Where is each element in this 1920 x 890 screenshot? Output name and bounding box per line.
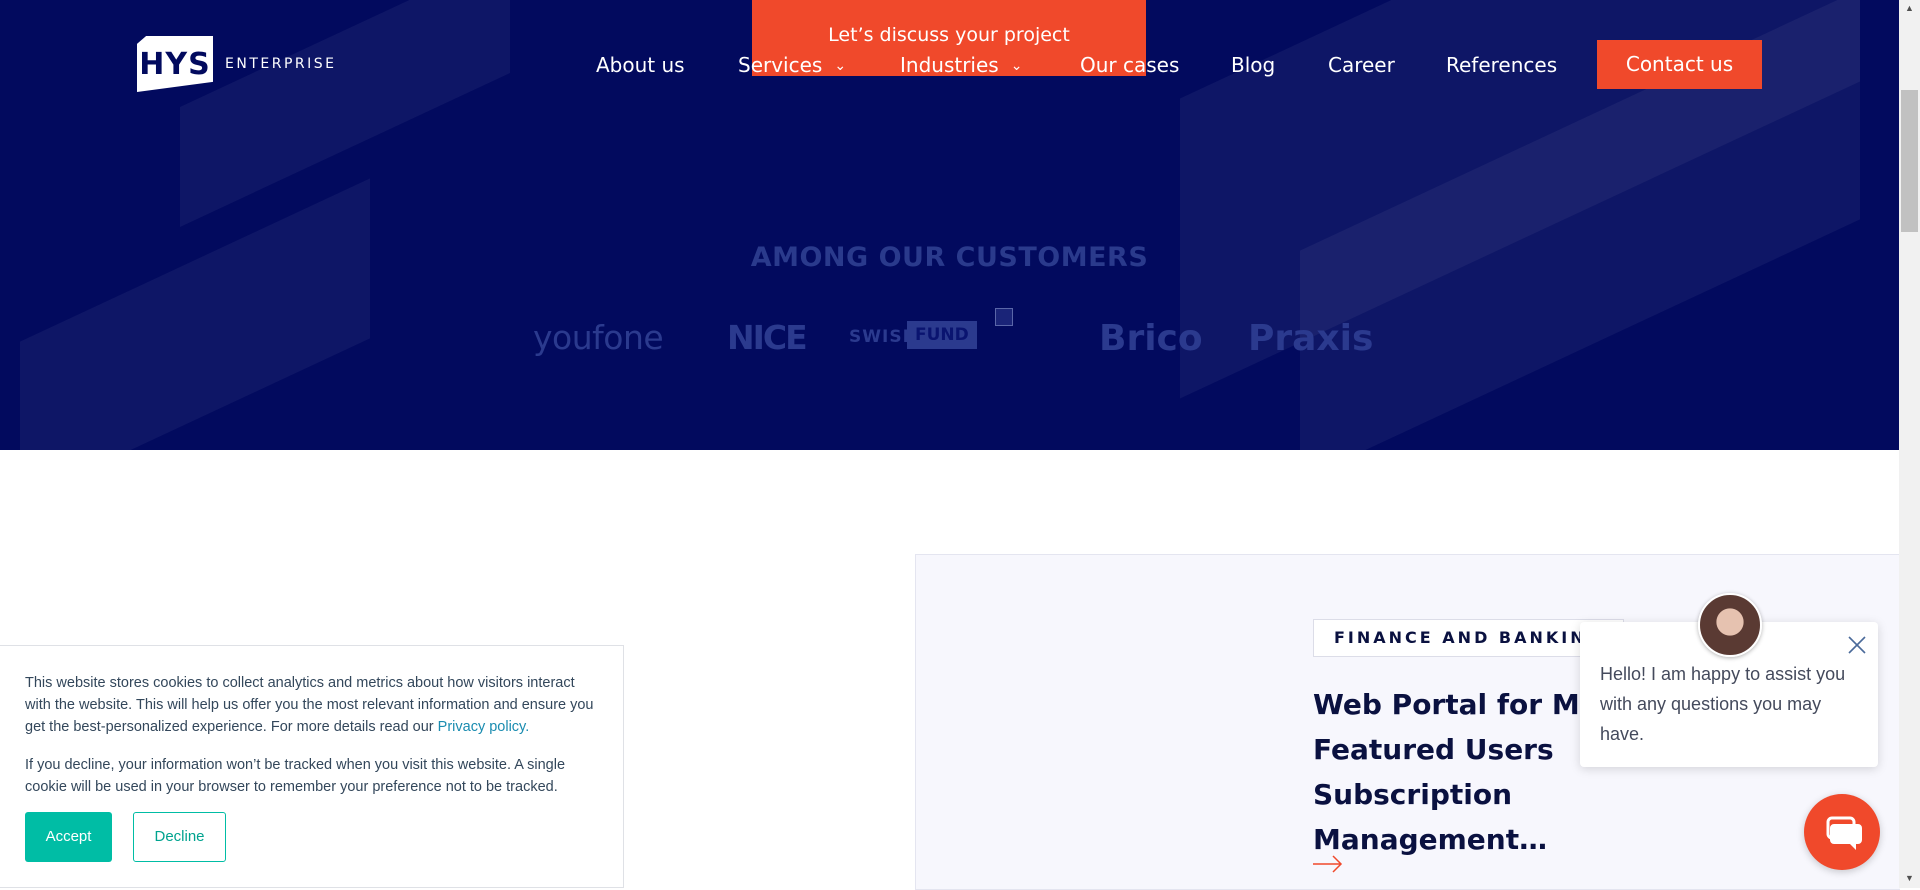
privacy-policy-link-end: . [525, 719, 530, 735]
nav-about-us[interactable]: About us [596, 53, 685, 77]
customer-logo-nice: NICE [727, 318, 808, 357]
chat-icon [1826, 816, 1862, 850]
arrow-right-icon[interactable] [1313, 852, 1343, 876]
contact-us-label: Contact us [1625, 52, 1734, 76]
nav-industries[interactable]: Industries ⌄ [900, 53, 1022, 77]
nav-career[interactable]: Career [1328, 53, 1395, 77]
chevron-down-icon: ⌄ [834, 58, 847, 74]
contact-us-button[interactable]: Contact us [1597, 40, 1762, 89]
case-category-tag: FINANCE AND BANKING [1313, 619, 1624, 657]
nav-career-label: Career [1328, 53, 1395, 77]
customer-logo-fund: FUND [907, 321, 977, 349]
discuss-project-label: Let’s discuss your project [828, 24, 1070, 46]
scroll-down-icon[interactable]: ▼ [1903, 873, 1916, 883]
nav-our-cases[interactable]: Our cases [1080, 53, 1179, 77]
nav-industries-label: Industries [900, 53, 999, 77]
nav-services[interactable]: Services ⌄ [738, 53, 846, 77]
customers-heading: AMONG OUR CUSTOMERS [750, 242, 1149, 273]
nav-about-us-label: About us [596, 53, 685, 77]
cookie-banner: This website stores cookies to collect a… [0, 645, 624, 888]
agent-avatar [1698, 593, 1762, 657]
broken-image-icon [995, 308, 1013, 326]
chat-greeting-text: Hello! I am happy to assist you with any… [1600, 664, 1846, 744]
cookie-text-2: If you decline, your information won’t b… [25, 757, 566, 795]
customer-logo-praxis: Praxis [1248, 318, 1374, 359]
scrollbar-thumb[interactable] [1901, 90, 1918, 232]
nav-references-label: References [1446, 53, 1558, 77]
cookie-text-1: This website stores cookies to collect a… [25, 672, 600, 738]
privacy-policy-link[interactable]: Privacy policy [438, 719, 526, 735]
customer-logo-brico: Brico [1099, 318, 1203, 359]
nav-our-cases-label: Our cases [1080, 53, 1180, 77]
chat-launcher-button[interactable] [1804, 794, 1880, 870]
close-icon[interactable] [1846, 634, 1868, 656]
accept-cookies-button[interactable]: Accept [25, 812, 112, 862]
nav-blog-label: Blog [1231, 53, 1276, 77]
nav-blog[interactable]: Blog [1231, 53, 1275, 77]
decline-cookies-button[interactable]: Decline [133, 812, 226, 862]
nav-services-label: Services [738, 53, 823, 77]
customer-logo-youfone: youfone [533, 318, 664, 357]
chevron-down-icon: ⌄ [1010, 58, 1023, 74]
scroll-up-icon[interactable]: ▲ [1903, 3, 1916, 13]
nav-references[interactable]: References [1446, 53, 1557, 77]
